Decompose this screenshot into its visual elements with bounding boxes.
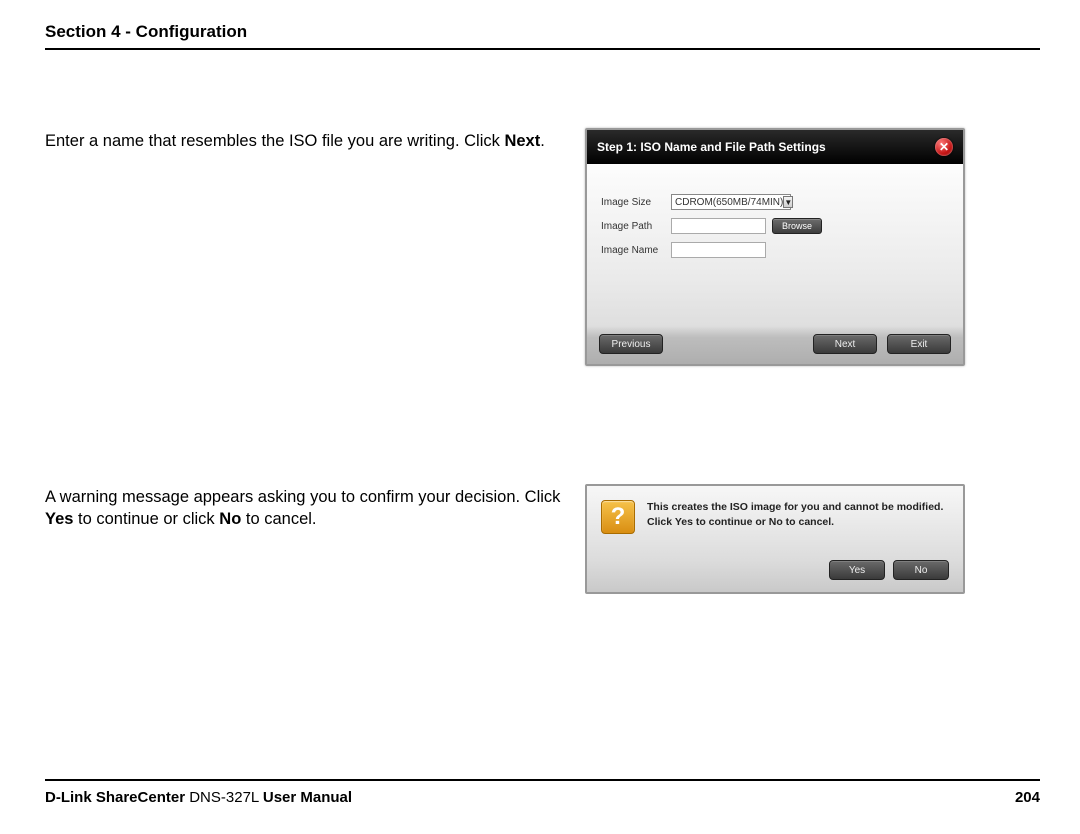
confirm-text: This creates the ISO image for you and c… <box>647 500 943 529</box>
confirm-dialog: ? This creates the ISO image for you and… <box>585 484 965 594</box>
instr1-bold: Next <box>504 132 540 150</box>
image-name-label: Image Name <box>601 245 671 256</box>
page-number: 204 <box>1015 789 1040 806</box>
instr2-pre: A warning message appears asking you to … <box>45 488 560 506</box>
question-icon: ? <box>601 500 635 534</box>
instruction-text-1: Enter a name that resembles the ISO file… <box>45 128 565 152</box>
dialog-footer: Previous Next Exit <box>587 326 963 364</box>
instr1-pre: Enter a name that resembles the ISO file… <box>45 132 504 150</box>
section-header: Section 4 - Configuration <box>45 22 1040 42</box>
chevron-down-icon[interactable]: ▼ <box>783 196 793 208</box>
iso-settings-dialog: Step 1: ISO Name and File Path Settings … <box>585 128 965 366</box>
exit-button[interactable]: Exit <box>887 334 951 354</box>
dialog-body: Image Size CDROM(650MB/74MIN) ▼ Image Pa… <box>587 164 963 364</box>
instr1-post: . <box>540 132 545 150</box>
instr2-bold1: Yes <box>45 510 73 528</box>
image-size-select[interactable]: CDROM(650MB/74MIN) ▼ <box>671 194 791 210</box>
confirm-line1: This creates the ISO image for you and c… <box>647 500 943 515</box>
instruction-text-2: A warning message appears asking you to … <box>45 484 565 531</box>
next-button[interactable]: Next <box>813 334 877 354</box>
image-name-input[interactable] <box>671 242 766 258</box>
dialog-title: Step 1: ISO Name and File Path Settings <box>597 140 826 154</box>
page-footer: D-Link ShareCenter DNS-327L User Manual … <box>45 779 1040 806</box>
instr2-bold2: No <box>219 510 241 528</box>
close-icon[interactable]: ✕ <box>935 138 953 156</box>
instr2-post: to cancel. <box>241 510 316 528</box>
footer-model: DNS-327L <box>185 789 263 806</box>
image-size-value: CDROM(650MB/74MIN) <box>675 197 783 208</box>
image-path-input[interactable] <box>671 218 766 234</box>
no-button[interactable]: No <box>893 560 949 580</box>
footer-left: D-Link ShareCenter DNS-327L User Manual <box>45 789 352 806</box>
previous-button[interactable]: Previous <box>599 334 663 354</box>
yes-button[interactable]: Yes <box>829 560 885 580</box>
image-size-label: Image Size <box>601 197 671 208</box>
footer-manual: User Manual <box>263 789 352 806</box>
instr2-mid: to continue or click <box>73 510 219 528</box>
dialog-titlebar: Step 1: ISO Name and File Path Settings … <box>587 130 963 164</box>
image-path-label: Image Path <box>601 221 671 232</box>
confirm-line2: Click Yes to continue or No to cancel. <box>647 515 943 530</box>
browse-button[interactable]: Browse <box>772 218 822 234</box>
footer-brand: D-Link ShareCenter <box>45 789 185 806</box>
